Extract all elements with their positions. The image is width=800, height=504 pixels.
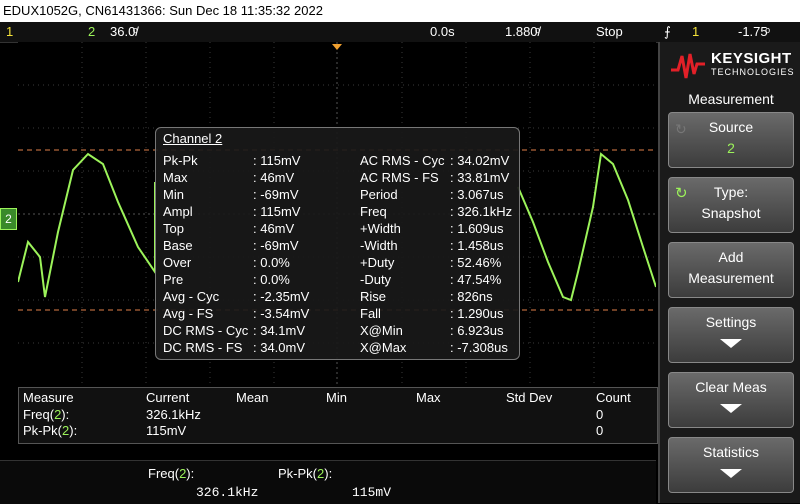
trigger-source[interactable]: 1 (692, 22, 699, 42)
row-measure: Freq(2): (23, 407, 70, 422)
chevron-down-icon (720, 339, 742, 348)
popup-title: Channel 2 (163, 131, 223, 146)
popup-row: Rise: 826ns (360, 289, 493, 304)
table-row[interactable]: Freq(2): 326.1kHz 0 (19, 407, 655, 423)
channel1-indicator[interactable]: 1 (6, 22, 13, 42)
table-header: Std Dev (506, 390, 553, 405)
time-scale[interactable]: 1.880ͦ/ (505, 22, 541, 42)
settings-softkey[interactable]: Settings (668, 307, 794, 363)
footer-pkpk-value: 115mV (352, 485, 392, 500)
popup-row: AC RMS - FS: 33.81mV (360, 170, 510, 185)
row-current: 115mV (146, 423, 187, 438)
popup-row: AC RMS - Cyc: 34.02mV (360, 153, 510, 168)
title-bar: EDUX1052G, CN61431366: Sun Dec 18 11:35:… (0, 0, 800, 22)
popup-row: Fall: 1.290us (360, 306, 504, 321)
measurement-snapshot-popup: Channel 2 Pk-Pk: 115mV Max: 46mV Min: -6… (155, 127, 520, 360)
footer-pkpk-label: Pk-Pk(2): (278, 466, 333, 481)
keysight-logo: KEYSIGHT TECHNOLOGIES (670, 50, 798, 80)
channel2-indicator[interactable]: 2 (88, 22, 95, 42)
popup-row: +Duty: 52.46% (360, 255, 502, 270)
chevron-down-icon (720, 469, 742, 478)
status-bar: 1 2 36.0ͦ/ 0.0s 1.880ͦ/ Stop ⨍ 1 -1.75ͦ (0, 22, 800, 43)
popup-row: Top: 46mV (163, 221, 295, 236)
popup-row: DC RMS - FS: 34.0mV (163, 340, 306, 355)
measurement-footer: Freq(2): 326.1kHz Pk-Pk(2): 115mV (0, 460, 656, 504)
trigger-edge-icon: ⨍ (664, 24, 671, 39)
popup-row: X@Max: -7.308us (360, 340, 508, 355)
footer-freq-value: 326.1kHz (196, 485, 259, 500)
popup-row: Freq: 326.1kHz (360, 204, 513, 219)
popup-row: Ampl: 115mV (163, 204, 301, 219)
table-header: Count (596, 390, 631, 405)
popup-row: DC RMS - Cyc: 34.1mV (163, 323, 306, 338)
popup-row: Avg - FS: -3.54mV (163, 306, 310, 321)
source-softkey[interactable]: ↻ Source 2 (668, 112, 794, 168)
row-count: 0 (596, 423, 604, 438)
footer-freq-label: Freq(2): (148, 466, 195, 481)
row-current: 326.1kHz (146, 407, 201, 422)
table-row[interactable]: Pk-Pk(2): 115mV 0 (19, 423, 655, 439)
popup-row: Avg - Cyc: -2.35mV (163, 289, 310, 304)
keysight-wave-icon (671, 53, 705, 79)
channel2-scale[interactable]: 36.0ͦ/ (110, 22, 139, 42)
softkey-panel: KEYSIGHT TECHNOLOGIES Measurement ↻ Sour… (658, 42, 800, 503)
time-offset[interactable]: 0.0s (430, 22, 455, 42)
popup-row: Base: -69mV (163, 238, 299, 253)
trigger-level[interactable]: -1.75ͦ (738, 22, 768, 42)
popup-row: X@Min: 6.923us (360, 323, 504, 338)
table-header: Current (146, 390, 190, 405)
measurement-table: Measure Current Mean Min Max Std Dev Cou… (18, 387, 658, 444)
popup-row: Period: 3.067us (360, 187, 504, 202)
row-count: 0 (596, 407, 604, 422)
channel2-ground-marker[interactable]: 2 (0, 208, 17, 230)
menu-title: Measurement (688, 91, 774, 107)
chevron-down-icon (720, 404, 742, 413)
table-header: Max (416, 390, 441, 405)
popup-row: -Width: 1.458us (360, 238, 504, 253)
row-measure: Pk-Pk(2): (23, 423, 78, 438)
table-header: Mean (236, 390, 269, 405)
table-header: Measure (23, 390, 74, 405)
add-measurement-softkey[interactable]: Add Measurement (668, 242, 794, 298)
table-header: Min (326, 390, 347, 405)
popup-row: -Duty: 47.54% (360, 272, 502, 287)
type-softkey[interactable]: ↻ Type: Snapshot (668, 177, 794, 233)
run-state[interactable]: Stop (596, 22, 623, 42)
statistics-softkey[interactable]: Statistics (668, 437, 794, 493)
popup-row: Over: 0.0% (163, 255, 290, 270)
popup-row: Pre: 0.0% (163, 272, 290, 287)
popup-row: Pk-Pk: 115mV (163, 153, 301, 168)
popup-row: Max: 46mV (163, 170, 295, 185)
device-title: EDUX1052G, CN61431366: Sun Dec 18 11:35:… (3, 3, 323, 18)
popup-row: Min: -69mV (163, 187, 299, 202)
popup-row: +Width: 1.609us (360, 221, 504, 236)
clear-meas-softkey[interactable]: Clear Meas (668, 372, 794, 428)
